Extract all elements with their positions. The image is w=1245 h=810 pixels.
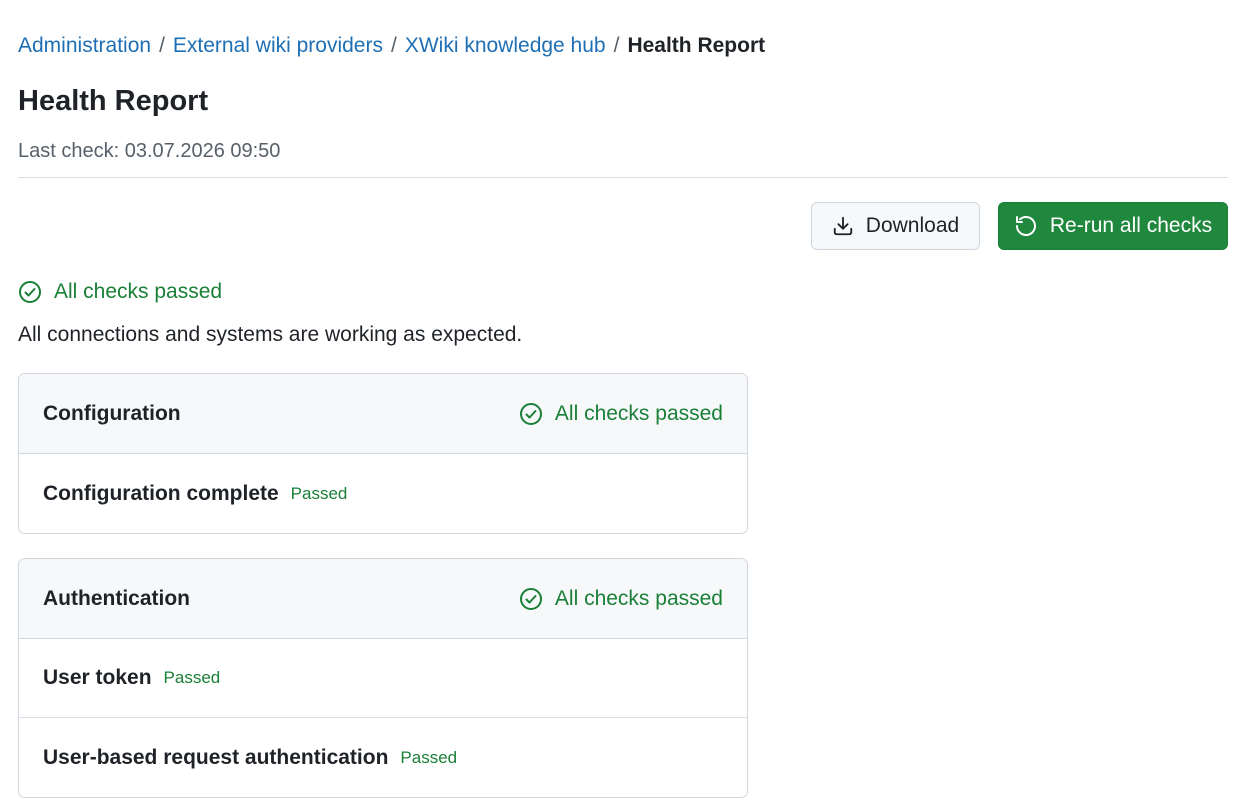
section-title: Authentication	[43, 586, 190, 610]
breadcrumb-link-administration[interactable]: Administration	[18, 34, 151, 57]
page-title: Health Report	[18, 85, 209, 117]
breadcrumb-separator: /	[613, 34, 620, 57]
check-name: Configuration complete	[43, 481, 279, 505]
section-header: Authentication All checks passed	[19, 559, 747, 639]
section-status: All checks passed	[519, 402, 723, 426]
check-row: Configuration complete Passed	[19, 454, 747, 533]
check-name: User-based request authentication	[43, 745, 389, 769]
breadcrumb-separator: /	[390, 34, 397, 57]
section-status: All checks passed	[519, 587, 723, 611]
section-card-authentication: Authentication All checks passed User to…	[18, 558, 748, 798]
check-circle-icon	[519, 402, 543, 426]
breadcrumb-separator: /	[159, 34, 165, 57]
breadcrumb-link-xwiki-knowledge-hub[interactable]: XWiki knowledge hub	[405, 34, 606, 57]
check-status-badge: Passed	[163, 668, 221, 687]
download-button[interactable]: Download	[811, 202, 980, 250]
last-check-timestamp: Last check: 03.07.2026 09:50	[18, 140, 281, 162]
breadcrumb-current: Health Report	[627, 34, 766, 57]
check-status-badge: Passed	[290, 483, 348, 503]
check-circle-icon	[519, 587, 543, 611]
overall-status-label: All checks passed	[54, 280, 223, 303]
check-status-badge: Passed	[400, 747, 458, 767]
section-header: Configuration All checks passed	[19, 374, 747, 454]
header-divider	[18, 177, 1228, 178]
overall-status-description: All connections and systems are working …	[18, 323, 523, 346]
check-row: User-based request authentication Passed	[19, 718, 747, 797]
section-status-label: All checks passed	[554, 586, 723, 610]
rerun-all-checks-button[interactable]: Re-run all checks	[998, 202, 1228, 250]
rerun-button-label: Re-run all checks	[1049, 214, 1213, 237]
section-card-configuration: Configuration All checks passed Configur…	[18, 373, 748, 534]
section-status-label: All checks passed	[554, 401, 723, 425]
check-row: User token Passed	[19, 639, 747, 718]
download-icon	[832, 215, 854, 237]
check-name: User token	[43, 666, 152, 689]
check-circle-icon	[18, 280, 42, 304]
overall-status: All checks passed	[18, 278, 222, 306]
download-button-label: Download	[865, 214, 960, 237]
section-title: Configuration	[43, 401, 181, 425]
refresh-icon	[1014, 214, 1038, 238]
health-report-page: Administration / External wiki providers / X…	[0, 0, 1245, 810]
breadcrumb: Administration / External wiki providers / X…	[18, 32, 765, 60]
breadcrumb-link-external-wiki-providers[interactable]: External wiki providers	[173, 34, 383, 57]
